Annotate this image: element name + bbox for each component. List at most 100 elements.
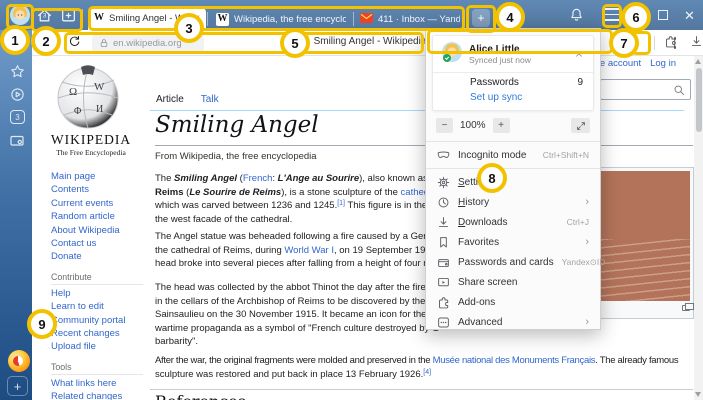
article-talk-tabs: Article Talk [156,94,219,105]
annotation-callout-8: 8 [477,163,507,193]
menu-item-favorites[interactable]: Favorites› [426,232,600,252]
menu-item-advanced[interactable]: Advanced› [426,312,600,332]
wikipedia-logo[interactable]: Ω W Φ И [52,60,124,132]
favorites-star-icon[interactable] [10,64,25,79]
text-run: which was carved between 1236 and 1245. [155,200,337,211]
text-run: the cathedral of Reims, during [155,245,284,256]
menu-item-settings[interactable]: Settings [426,172,600,192]
browser-menu-dropdown: Alice Little Synced just now Passwords 9… [425,28,601,330]
sidebar-add-button[interactable]: + [7,376,28,396]
sidebar-section-header: Tools [51,362,143,375]
menu-item-label: Passwords and cards [458,257,554,268]
clock-icon [437,196,450,209]
inline-link[interactable]: French [243,173,273,184]
passwords-row[interactable]: Passwords 9 [433,75,593,90]
zoom-out-button[interactable]: − [436,118,453,133]
annotation-callout-3: 3 [174,13,204,43]
text-run: barbarity". [155,336,198,347]
downloads-tray-icon[interactable] [690,35,703,48]
sidebar-link[interactable]: Recent changes [51,327,151,340]
scroll-up-arrow[interactable] [695,59,701,64]
menu-item-label: Favorites [458,237,577,248]
sidebar-link[interactable]: What links here [51,377,151,390]
tab-groups-icon[interactable]: 3 [10,110,25,124]
annotation-highlight-box [427,29,613,54]
reference-link[interactable]: [4] [423,369,431,376]
menu-right-label: Yandex⊙ID [562,257,606,268]
text-run: The head was collected by the abbot Thin… [155,282,428,293]
text-run: Sainsaulieu on the 30 November 1915. It … [155,309,435,320]
text-run: wartime propaganda as a symbol of "Frenc… [155,323,439,334]
window-maximize-button[interactable] [658,10,668,20]
bookmark-icon [437,236,450,249]
image-expand-icon[interactable] [682,305,690,311]
page-scrollbar[interactable] [694,56,703,400]
yandex-browser-icon[interactable] [8,350,30,372]
wikipedia-tagline: The Free Encyclopedia [32,148,150,157]
inline-link[interactable]: Musée national des Monuments Français [433,355,596,366]
sidebar-link[interactable]: Help [51,287,151,300]
page-tab-article[interactable]: Article [156,94,184,105]
article-paragraph: The head was collected by the abbot Thin… [155,281,439,349]
sidebar-link[interactable]: Related changes [51,390,151,400]
wallet-icon [437,256,450,269]
annotation-highlight-box [64,32,424,54]
menu-item-incognito-mode[interactable]: Incognito modeCtrl+Shift+N [426,145,600,165]
annotation-highlight-box [88,6,465,31]
browser-sidebar-strip [0,30,32,400]
menu-item-label: History [458,197,577,208]
text-run: the west facade of the cathedral. [155,214,292,225]
text-run: After the war, the original fragments we… [155,355,433,366]
references-rule [150,389,693,390]
scrollbar-thumb[interactable] [696,68,702,132]
svg-text:W: W [94,81,105,93]
zoom-in-button[interactable]: + [493,118,510,133]
text-run: sculpture was restored and put back in p… [155,369,423,380]
notifications-bell-icon[interactable] [569,7,584,22]
text-run: This figure is in the [345,200,427,211]
puzzle-icon [437,296,450,309]
fullscreen-expand-button[interactable] [571,118,590,133]
wiki-search-input[interactable] [600,79,691,100]
sidebar-link[interactable]: Current events [51,197,151,210]
play-media-icon[interactable] [10,87,25,102]
article-image-thumbnail[interactable] [597,167,694,319]
extensions-puzzle-icon[interactable] [664,35,677,48]
smiling-angel-photo [601,171,690,301]
menu-item-passwords-and-cards[interactable]: Passwords and cardsYandex⊙ID [426,252,600,272]
sidebar-link[interactable]: Main page [51,170,151,183]
ellipsis-box-icon [437,316,450,329]
reference-link[interactable]: [1] [337,200,345,207]
article-paragraph: The Smiling Angel (French: L'Ange au Sou… [155,172,438,226]
sidebar-section-header: Contribute [51,272,143,285]
text-run: , on 19 September 191 [334,245,431,256]
inline-link[interactable]: World War I [284,245,334,256]
text-emphasis: Reims [155,187,184,198]
article-title: Smiling Angel [155,112,319,138]
sidebar-link[interactable]: Contents [51,183,151,196]
menu-item-share-screen[interactable]: Share screen [426,272,600,292]
personal-link[interactable]: Log in [650,58,676,69]
sidebar-link[interactable]: Contact us [51,237,151,250]
wikipedia-sidebar-nav: Main pageContentsCurrent eventsRandom ar… [51,170,151,400]
scroll-down-arrow[interactable] [695,392,701,397]
menu-item-history[interactable]: History› [426,192,600,212]
bar-divider [654,36,655,50]
sidebar-link[interactable]: About Wikipedia [51,224,151,237]
page-tab-talk[interactable]: Talk [201,94,219,105]
sidebar-link[interactable]: Donate [51,250,151,263]
window-close-button[interactable]: ✕ [684,9,695,22]
sidebar-link[interactable]: Learn to edit [51,300,151,313]
sidebar-link[interactable]: Community portal [51,314,151,327]
passwords-label: Passwords [470,77,519,88]
screen-cast-icon[interactable] [9,133,25,149]
set-up-sync-link[interactable]: Set up sync [433,90,593,110]
text-run: in the cellars of the Archbishop of Reim… [155,296,433,307]
menu-item-add-ons[interactable]: Add-ons [426,292,600,312]
sidebar-link[interactable]: Upload file [51,340,151,353]
menu-item-downloads[interactable]: DownloadsCtrl+J [426,212,600,232]
sidebar-link[interactable]: Random article [51,210,151,223]
header-border [150,110,684,111]
article-paragraph: The Angel statue was beheaded following … [155,230,434,271]
article-paragraph: After the war, the original fragments we… [155,354,678,381]
